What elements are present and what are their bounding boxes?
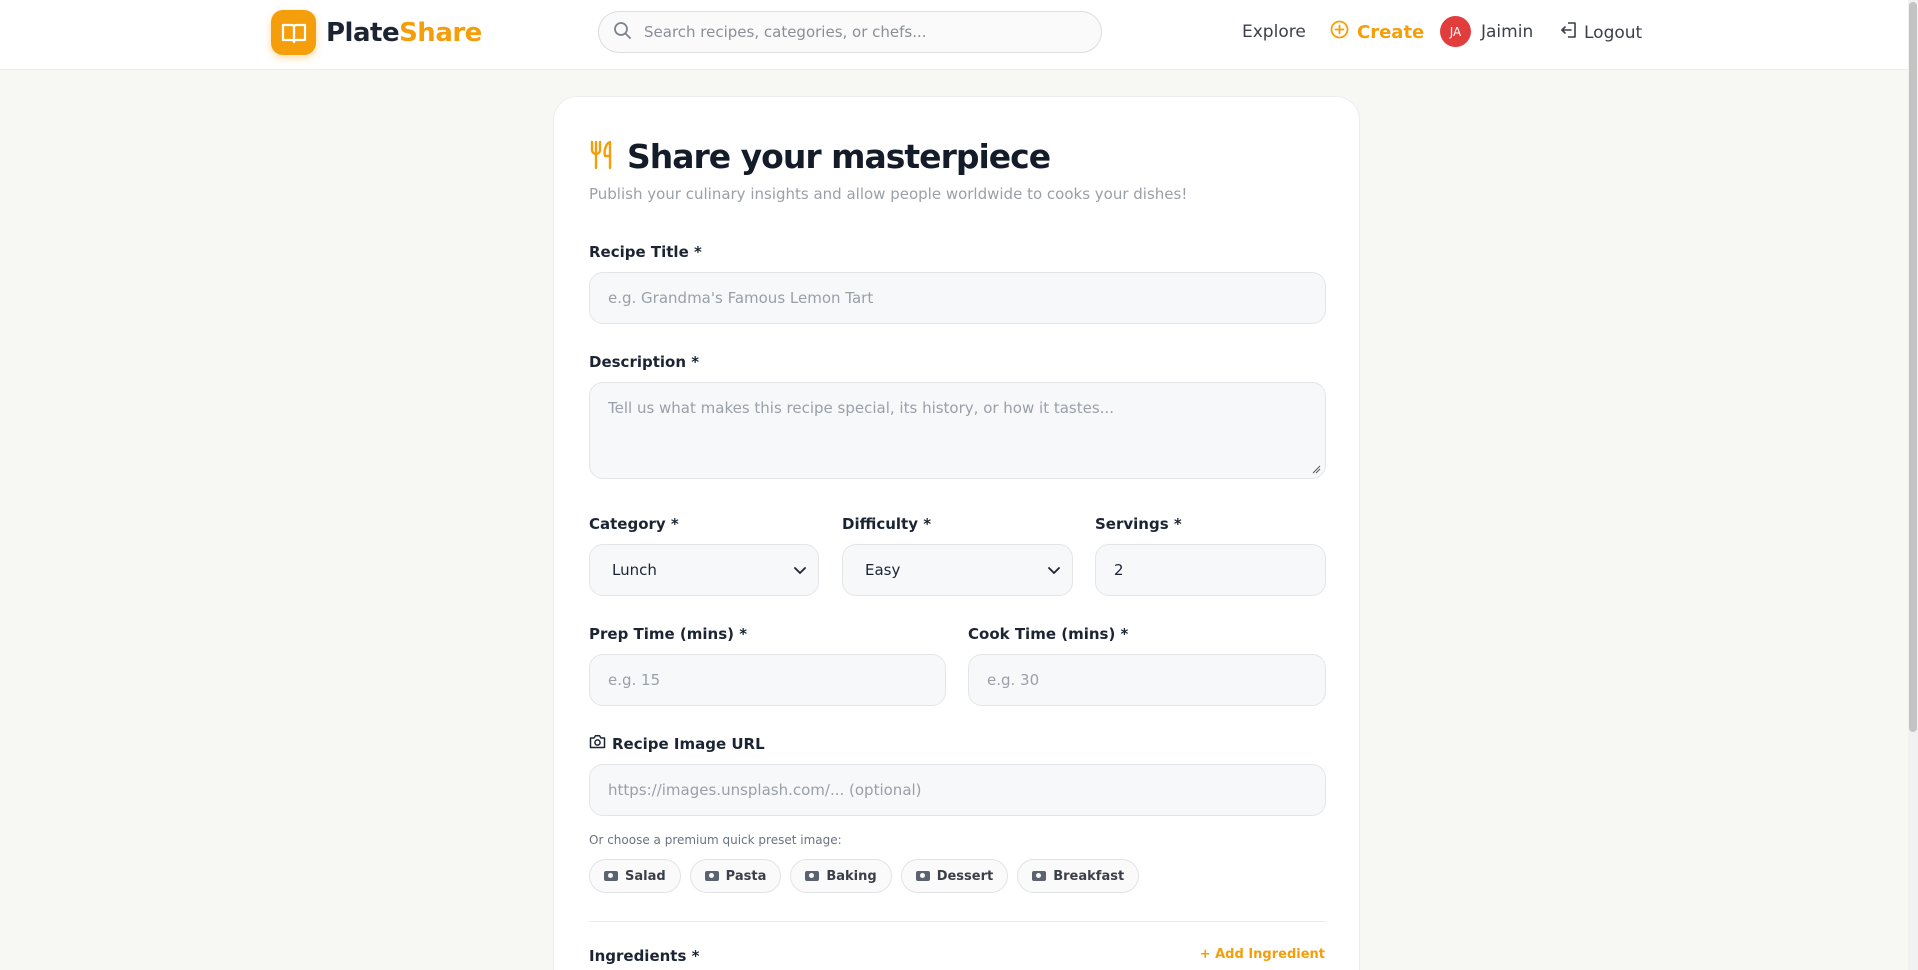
- preset-chip-breakfast[interactable]: Breakfast: [1017, 859, 1140, 893]
- camera-icon: [704, 871, 719, 881]
- recipe-title-label: Recipe Title *: [589, 243, 702, 261]
- scrollbar-thumb[interactable]: [1909, 2, 1917, 732]
- recipe-title-field[interactable]: [589, 272, 1326, 324]
- brand-logo[interactable]: PlateShare: [271, 10, 482, 55]
- avatar: JA: [1440, 16, 1471, 47]
- search-bar[interactable]: [598, 11, 1102, 53]
- brand-name-part1: Plate: [326, 17, 400, 48]
- cook-time-input[interactable]: [987, 671, 1325, 689]
- prep-time-label: Prep Time (mins) *: [589, 625, 748, 643]
- preset-chip-baking[interactable]: Baking: [790, 859, 892, 893]
- preset-chip-label: Dessert: [936, 868, 994, 884]
- preset-note: Or choose a premium quick preset image:: [589, 833, 842, 847]
- brand-name: PlateShare: [326, 18, 482, 48]
- chevron-down-icon: [794, 561, 806, 579]
- resize-grip-icon[interactable]: [1312, 465, 1321, 474]
- user-menu[interactable]: JA Jaimin: [1440, 16, 1533, 47]
- book-icon: [271, 10, 316, 55]
- logout-button[interactable]: Logout: [1560, 21, 1642, 44]
- add-ingredient-button[interactable]: + Add Ingredient: [1200, 947, 1325, 962]
- page-scrollbar[interactable]: [1908, 0, 1918, 970]
- category-select[interactable]: Lunch: [589, 544, 819, 596]
- servings-value: 2: [1114, 561, 1124, 579]
- page-title: Share your masterpiece: [627, 137, 1051, 176]
- brand-name-part2: Share: [399, 17, 482, 48]
- difficulty-select[interactable]: Easy: [842, 544, 1073, 596]
- logout-icon: [1560, 21, 1578, 44]
- form-title-row: Share your masterpiece: [589, 137, 1051, 176]
- user-name: Jaimin: [1481, 21, 1534, 42]
- page-subtitle: Publish your culinary insights and allow…: [589, 185, 1188, 203]
- image-url-label: Recipe Image URL: [589, 734, 765, 753]
- nav-create-link[interactable]: Create: [1330, 20, 1424, 44]
- category-label: Category *: [589, 515, 679, 533]
- image-url-label-text: Recipe Image URL: [612, 734, 765, 753]
- preset-chip-pasta[interactable]: Pasta: [689, 859, 782, 893]
- image-url-field[interactable]: [589, 764, 1326, 816]
- create-recipe-card: Share your masterpiece Publish your culi…: [553, 96, 1360, 970]
- description-textarea[interactable]: [608, 399, 1325, 459]
- description-field[interactable]: [589, 382, 1326, 479]
- ingredients-label: Ingredients *: [589, 947, 700, 965]
- servings-label: Servings *: [1095, 515, 1182, 533]
- cook-time-label: Cook Time (mins) *: [968, 625, 1129, 643]
- preset-chip-label: Salad: [625, 868, 666, 884]
- prep-time-input[interactable]: [608, 671, 945, 689]
- camera-icon: [915, 871, 930, 881]
- section-divider: [589, 921, 1326, 922]
- preset-chip-label: Baking: [826, 868, 877, 884]
- camera-icon: [805, 871, 820, 881]
- prep-time-field[interactable]: [589, 654, 946, 706]
- difficulty-label: Difficulty *: [842, 515, 932, 533]
- description-label: Description *: [589, 353, 700, 371]
- search-icon: [613, 21, 632, 44]
- preset-chip-dessert[interactable]: Dessert: [900, 859, 1009, 893]
- nav-create-label: Create: [1357, 21, 1425, 43]
- preset-chip-salad[interactable]: Salad: [589, 859, 681, 893]
- difficulty-value: Easy: [865, 561, 901, 579]
- recipe-title-input[interactable]: [608, 289, 1325, 307]
- nav-explore-link[interactable]: Explore: [1242, 22, 1306, 42]
- camera-icon: [604, 871, 618, 881]
- search-input[interactable]: [644, 23, 1101, 41]
- preset-chip-label: Breakfast: [1053, 868, 1125, 884]
- top-navbar: PlateShare Explore Create JA Jaimin Logo…: [0, 0, 1908, 70]
- preset-chips: Salad Pasta Baking Dessert Breakfast: [589, 859, 1140, 893]
- camera-icon: [589, 734, 606, 753]
- cook-time-field[interactable]: [968, 654, 1326, 706]
- logout-label: Logout: [1584, 22, 1643, 43]
- utensils-icon: [589, 140, 615, 174]
- plus-circle-icon: [1330, 20, 1349, 44]
- servings-field[interactable]: 2: [1095, 544, 1326, 596]
- image-url-input[interactable]: [608, 781, 1325, 799]
- camera-icon: [1032, 871, 1047, 881]
- preset-chip-label: Pasta: [725, 868, 767, 884]
- chevron-down-icon: [1048, 561, 1060, 579]
- category-value: Lunch: [612, 561, 657, 579]
